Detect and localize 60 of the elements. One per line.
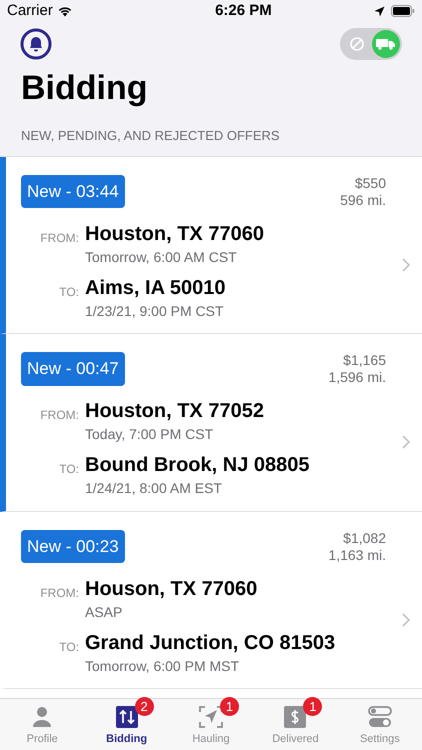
stop-label: FROM: [39, 230, 80, 246]
offer-row[interactable]: New - 03:44 $550 596 mi. FROM: Houston, TX 77060 Tomorrow, 6:00 AM CST TO: Aims, IA 50010 1/23/21, 9:00 PM CST [0, 156, 422, 334]
timer-badge: New - 03:44 [21, 174, 125, 208]
tab-bar-item[interactable]: 2 Bidding [84, 699, 169, 750]
offer-price: $550 [354, 174, 386, 192]
navigation-arrow-icon [199, 706, 224, 728]
tab-label: Profile [26, 732, 58, 747]
carrier-name: Carrier [7, 0, 53, 21]
offer-row[interactable]: New - 00:23 $1,082 1,163 mi. FROM: Houson, TX 77060 ASAP TO: Grand Junction, CO 81503 Tomorrow, 6:00 PM MST [0, 512, 422, 689]
block-icon [350, 37, 364, 51]
money-icon [284, 706, 306, 728]
notification-badge: 1 [220, 697, 240, 716]
section-header: NEW, PENDING, AND REJECTED OFFERS [20, 127, 281, 145]
chevron-icon [402, 435, 410, 449]
offer-price: $1,082 [343, 530, 386, 546]
stop-city: Aims, IA 50010 [85, 276, 226, 300]
stop-city: Houston, TX 77060 [85, 222, 264, 246]
notification-badge: 1 [303, 697, 322, 716]
stop-time: ASAP [85, 602, 124, 622]
bell-icon[interactable] [20, 28, 52, 60]
offer-distance: 596 mi. [340, 192, 386, 208]
stop-city: Bound Brook, NJ 08805 [85, 453, 310, 478]
stop-label: TO: [58, 461, 80, 478]
offer-distance: 1,163 mi. [328, 546, 386, 564]
truck-icon [376, 38, 396, 50]
toggles-icon [368, 706, 392, 728]
notification-badge: 2 [134, 697, 154, 716]
tab-label: Bidding [106, 732, 148, 747]
tab-label: Hauling [192, 732, 230, 747]
availability-toggle[interactable] [340, 28, 402, 60]
stop-city: Houston, TX 77052 [85, 399, 264, 424]
tab-label: Delivered [272, 732, 319, 747]
chevron-icon [402, 612, 410, 626]
offer-row[interactable]: New - 00:47 $1,165 1,596 mi. FROM: Houston, TX 77052 Today, 7:00 PM CST TO: Bound Brook, NJ 08805 1/24/21, 8:00 AM EST [0, 334, 422, 512]
page-title: Bidding [20, 68, 149, 109]
stop-time: Tomorrow, 6:00 AM CST [85, 248, 238, 266]
stop-city: Houson, TX 77060 [85, 576, 258, 602]
tab-bar-item[interactable]: 1 Hauling [168, 699, 254, 750]
wifi-icon [56, 5, 73, 17]
person-icon [31, 706, 54, 728]
stop-label: FROM: [39, 584, 80, 602]
stop-city: Grand Junction, CO 81503 [85, 630, 336, 656]
timer-badge: New - 00:47 [21, 352, 125, 386]
up-down-arrows-icon [116, 706, 138, 728]
status-time: 6:26 PM [215, 0, 272, 21]
location-arrow-icon [374, 6, 385, 16]
timer-badge: New - 00:23 [21, 530, 125, 563]
offer-distance: 1,596 mi. [328, 369, 386, 386]
stop-time: 1/24/21, 8:00 AM EST [85, 479, 223, 498]
offer-price: $1,165 [343, 352, 386, 369]
stop-time: Tomorrow, 6:00 PM MST [85, 656, 240, 676]
chevron-icon [402, 258, 410, 272]
stop-time: Today, 7:00 PM CST [85, 425, 214, 444]
stop-label: TO: [58, 284, 80, 300]
stop-label: TO: [58, 638, 80, 656]
tab-label: Settings [360, 732, 400, 747]
stop-label: FROM: [39, 407, 80, 424]
tab-bar-item[interactable]: 1 Delivered [253, 699, 338, 750]
stop-time: 1/23/21, 9:00 PM CST [85, 302, 225, 320]
battery-icon [390, 5, 415, 17]
